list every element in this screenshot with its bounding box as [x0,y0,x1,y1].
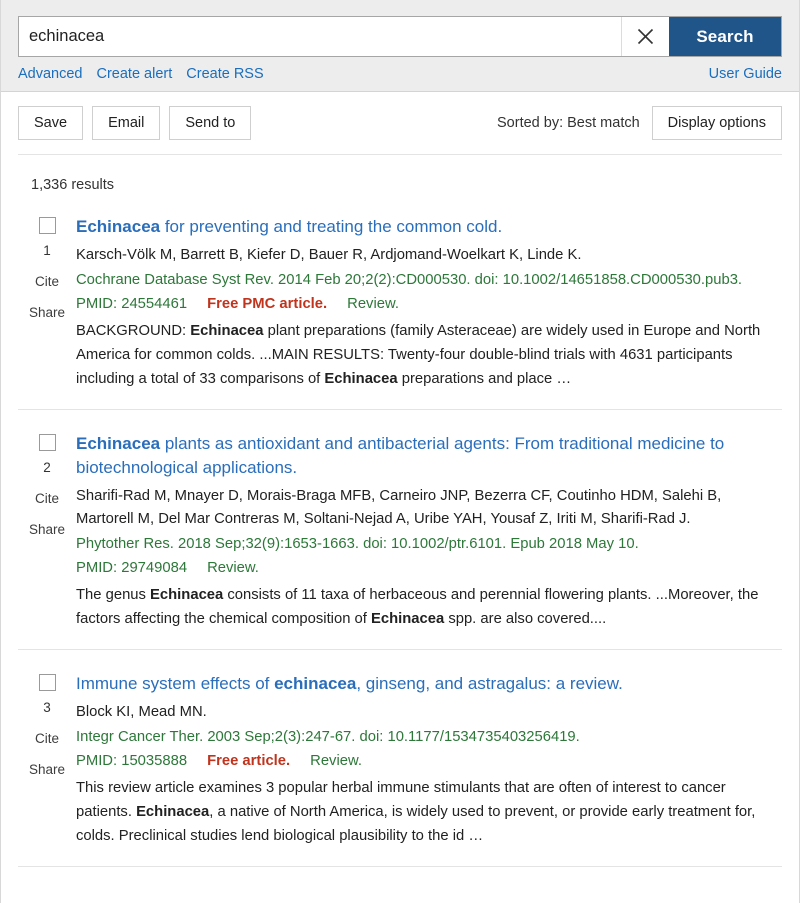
cite-link[interactable]: Cite [35,491,59,506]
free-article-badge: Free PMC article. [207,296,328,313]
result-body: Immune system effects of echinacea, gins… [76,672,782,849]
result-rank: 2 [43,460,51,476]
result-snippet: BACKGROUND: Echinacea plant preparations… [76,323,761,388]
result-citation[interactable]: Integr Cancer Ther. 2003 Sep;2(3):247-67… [76,726,772,749]
results-action-toolbar: Save Email Send to Sorted by: Best match… [1,92,799,155]
search-button[interactable]: Search [669,17,781,56]
result-citation[interactable]: Phytother Res. 2018 Sep;32(9):1653-1663.… [76,533,772,556]
result-body: Echinacea plants as antioxidant and anti… [76,432,782,631]
email-button[interactable]: Email [92,106,161,141]
result-gutter: 1 Cite Share [18,215,76,392]
publication-type-label: Review. [310,752,362,769]
share-link[interactable]: Share [29,762,65,777]
search-links-group: Advanced Create alert Create RSS [18,66,264,82]
cite-link[interactable]: Cite [35,274,59,289]
share-link[interactable]: Share [29,522,65,537]
result-rank: 1 [43,243,51,259]
results-list: 1 Cite Share Echinacea for preventing and t… [1,193,799,867]
user-guide-link[interactable]: User Guide [709,66,782,82]
clear-search-button[interactable] [621,17,669,56]
publication-type-label: Review. [347,296,399,313]
result-rank: 3 [43,699,51,715]
result-checkbox[interactable] [38,217,56,235]
result-title-link[interactable]: Echinacea plants as antioxidant and anti… [76,432,772,480]
result-snippet: The genus Echinacea consists of 11 taxa … [76,586,759,627]
result-citation[interactable]: Cochrane Database Syst Rev. 2014 Feb 20;… [76,269,772,292]
result-item: 1 Cite Share Echinacea for preventing and t… [18,193,782,411]
search-input[interactable] [19,17,621,56]
search-bar: Search [18,16,782,57]
send-to-button[interactable]: Send to [169,106,252,141]
close-icon [635,26,656,47]
result-meta: PMID: 24554461 Free PMC article. Review. [76,293,772,316]
advanced-search-link[interactable]: Advanced [18,66,83,82]
result-snippet: This review article examines 3 popular h… [76,779,756,844]
toolbar-right-group: Sorted by: Best match Display options [497,106,782,141]
result-item: 2 Cite Share Echinacea plants as antioxidan… [18,410,782,650]
pubmed-search-results-page: Search Advanced Create alert Create RSS … [0,0,800,903]
share-link[interactable]: Share [29,305,65,320]
result-authors: Sharifi-Rad M, Mnayer D, Morais-Braga MF… [76,488,722,527]
result-meta: PMID: 29749084 Review. [76,557,772,580]
result-gutter: 3 Cite Share [18,672,76,849]
result-authors: Block KI, Mead MN. [76,703,207,720]
pmid-label: PMID: 15035888 [76,752,188,769]
cite-link[interactable]: Cite [35,731,59,746]
pmid-label: PMID: 29749084 [76,559,188,576]
display-options-button[interactable]: Display options [651,106,782,141]
result-checkbox[interactable] [38,434,56,452]
pmid-label: PMID: 24554461 [76,296,188,313]
result-title-link[interactable]: Immune system effects of echinacea, gins… [76,672,772,696]
result-authors: Karsch-Völk M, Barrett B, Kiefer D, Baue… [76,247,582,264]
results-count: 1,336 results [31,177,115,194]
publication-type-label: Review. [207,559,259,576]
result-meta: PMID: 15035888 Free article. Review. [76,750,772,773]
save-button[interactable]: Save [18,106,84,141]
create-alert-link[interactable]: Create alert [97,66,173,82]
result-checkbox[interactable] [38,673,56,691]
free-article-badge: Free article. [207,752,291,769]
result-body: Echinacea for preventing and treating th… [76,215,782,392]
result-gutter: 2 Cite Share [18,432,76,631]
search-header: Search Advanced Create alert Create RSS … [1,0,799,92]
search-links-row: Advanced Create alert Create RSS User Gu… [18,66,782,82]
create-rss-link[interactable]: Create RSS [186,66,263,82]
result-item: 3 Cite Share Immune system effects of echin… [18,650,782,867]
user-guide-group: User Guide [709,66,782,82]
sorted-by-label: Sorted by: Best match [497,115,640,132]
result-title-link[interactable]: Echinacea for preventing and treating th… [76,215,772,239]
